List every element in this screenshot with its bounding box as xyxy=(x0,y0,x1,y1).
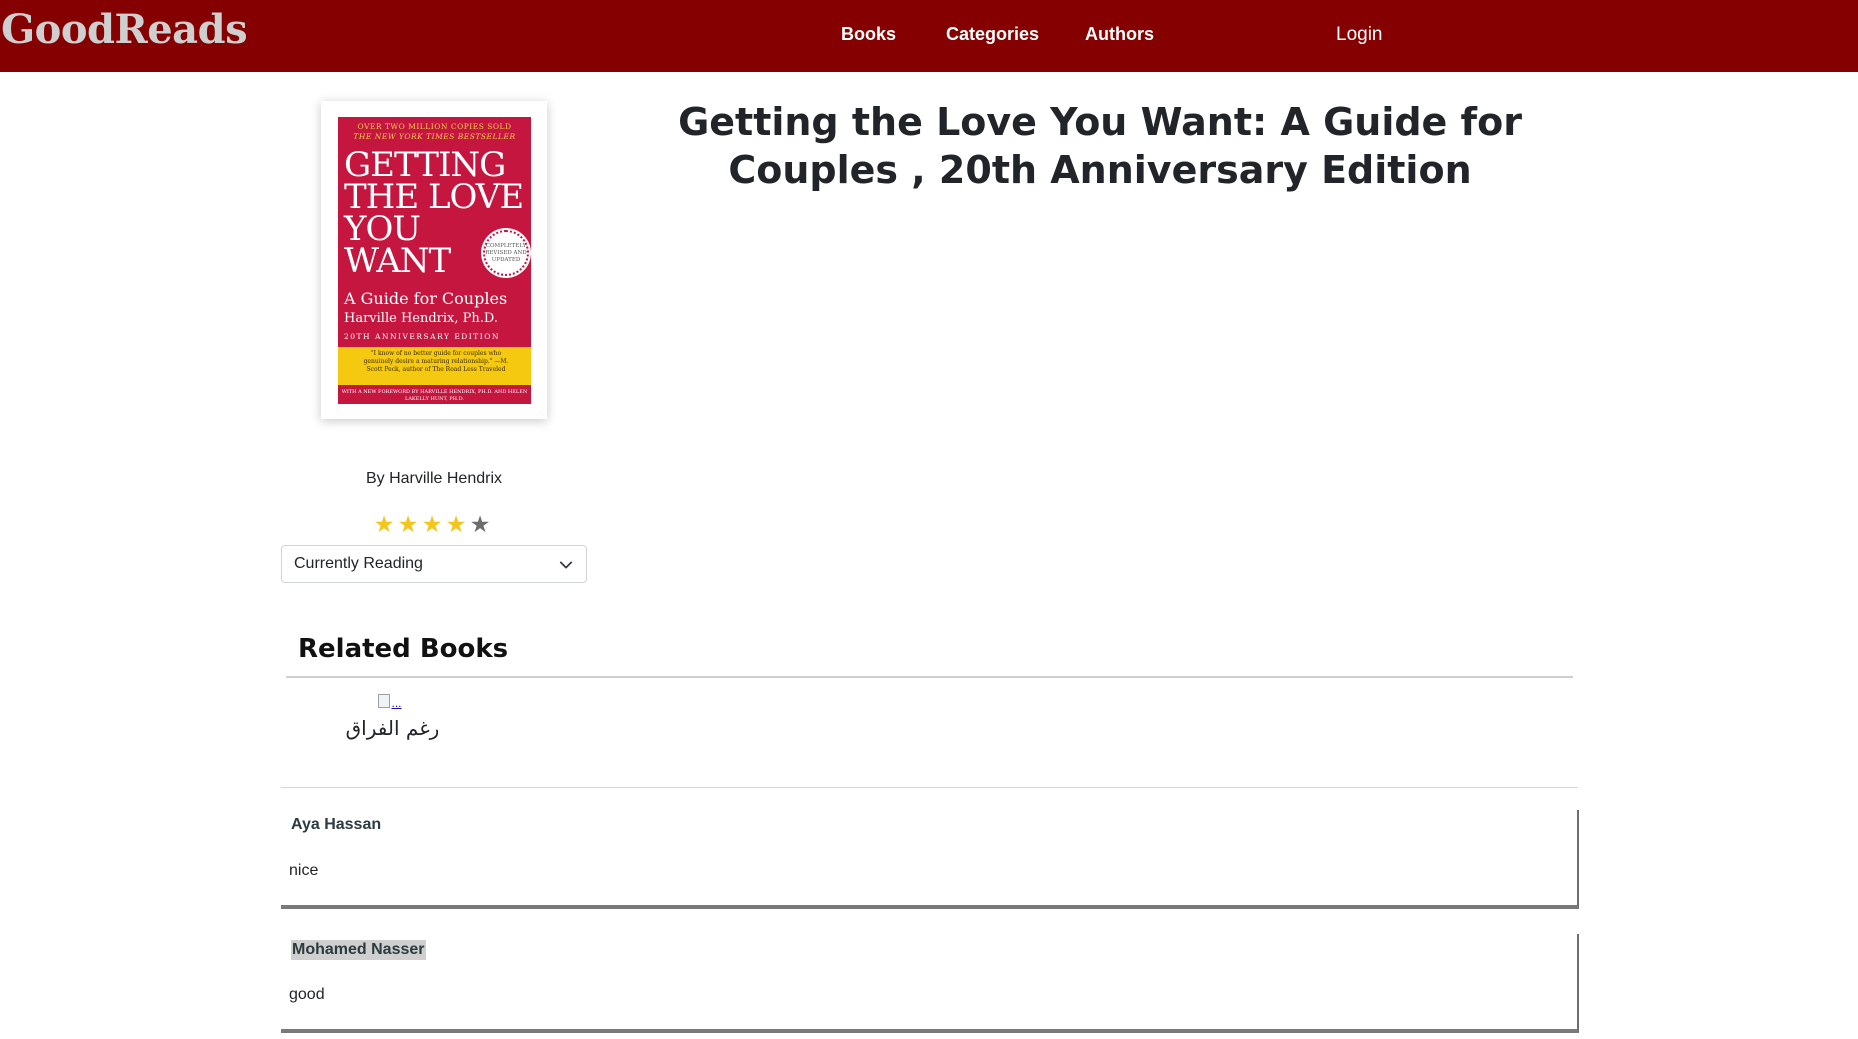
star-icon[interactable]: ★ xyxy=(372,510,396,540)
cover-author: Harville Hendrix, Ph.D. xyxy=(344,311,498,326)
review-comment: good xyxy=(289,986,325,1003)
star-icon[interactable]: ★ xyxy=(420,510,444,540)
star-icon[interactable]: ★ xyxy=(468,510,492,540)
rating-stars: ★ ★ ★ ★ ★ xyxy=(372,510,492,540)
cover-seal: COMPLETELY REVISED AND UPDATED xyxy=(483,230,529,276)
review-card: Mohamed Nasser good xyxy=(281,934,1579,1033)
cover-banner-line2: THE NEW YORK TIMES BESTSELLER xyxy=(353,132,516,141)
book-cover-card: OVER TWO MILLION COPIES SOLD THE NEW YOR… xyxy=(321,101,547,419)
related-book-image-alt: ... xyxy=(391,696,402,710)
nav-link-categories[interactable]: Categories xyxy=(946,24,1039,45)
book-cover-image: OVER TWO MILLION COPIES SOLD THE NEW YOR… xyxy=(338,117,531,404)
nav-link-books[interactable]: Books xyxy=(841,24,896,45)
star-icon[interactable]: ★ xyxy=(396,510,420,540)
brand-logo[interactable]: GoodReads xyxy=(1,6,248,53)
cover-subtitle: A Guide for Couples xyxy=(344,289,508,308)
cover-quote: "I know of no better guide for couples w… xyxy=(363,350,509,373)
related-book-title[interactable]: رغم الفراق xyxy=(330,716,455,740)
related-book-item[interactable]: ... رغم الفراق xyxy=(330,694,455,740)
related-book-image[interactable]: ... xyxy=(377,694,408,710)
reviewer-name[interactable]: Aya Hassan xyxy=(291,816,381,834)
related-books-heading: Related Books xyxy=(298,634,509,664)
cover-foreword: WITH A NEW FOREWORD BY HARVILLE HENDRIX,… xyxy=(341,389,528,402)
top-navbar: GoodReads Books Categories Authors Login xyxy=(0,0,1858,72)
shelf-status-select[interactable]: Currently Reading xyxy=(281,545,587,583)
broken-image-icon xyxy=(377,694,390,708)
review-card: Aya Hassan nice xyxy=(281,810,1579,909)
cover-banner-line1: OVER TWO MILLION COPIES SOLD xyxy=(357,122,512,131)
cover-quote-band: "I know of no better guide for couples w… xyxy=(338,347,531,385)
reviewer-name[interactable]: Mohamed Nasser xyxy=(291,940,426,960)
section-divider xyxy=(286,676,1573,678)
book-title: Getting the Love You Want: A Guide for C… xyxy=(678,100,1522,192)
reviews-divider xyxy=(281,787,1578,788)
nav-link-authors[interactable]: Authors xyxy=(1085,24,1154,45)
cover-edition: 20TH ANNIVERSARY EDITION xyxy=(344,332,500,341)
shelf-status-value: Currently Reading xyxy=(294,555,423,572)
book-author-byline: By Harville Hendrix xyxy=(365,470,503,487)
chevron-down-icon xyxy=(559,561,573,569)
login-link[interactable]: Login xyxy=(1336,24,1383,46)
star-icon[interactable]: ★ xyxy=(444,510,468,540)
review-comment: nice xyxy=(289,862,319,879)
